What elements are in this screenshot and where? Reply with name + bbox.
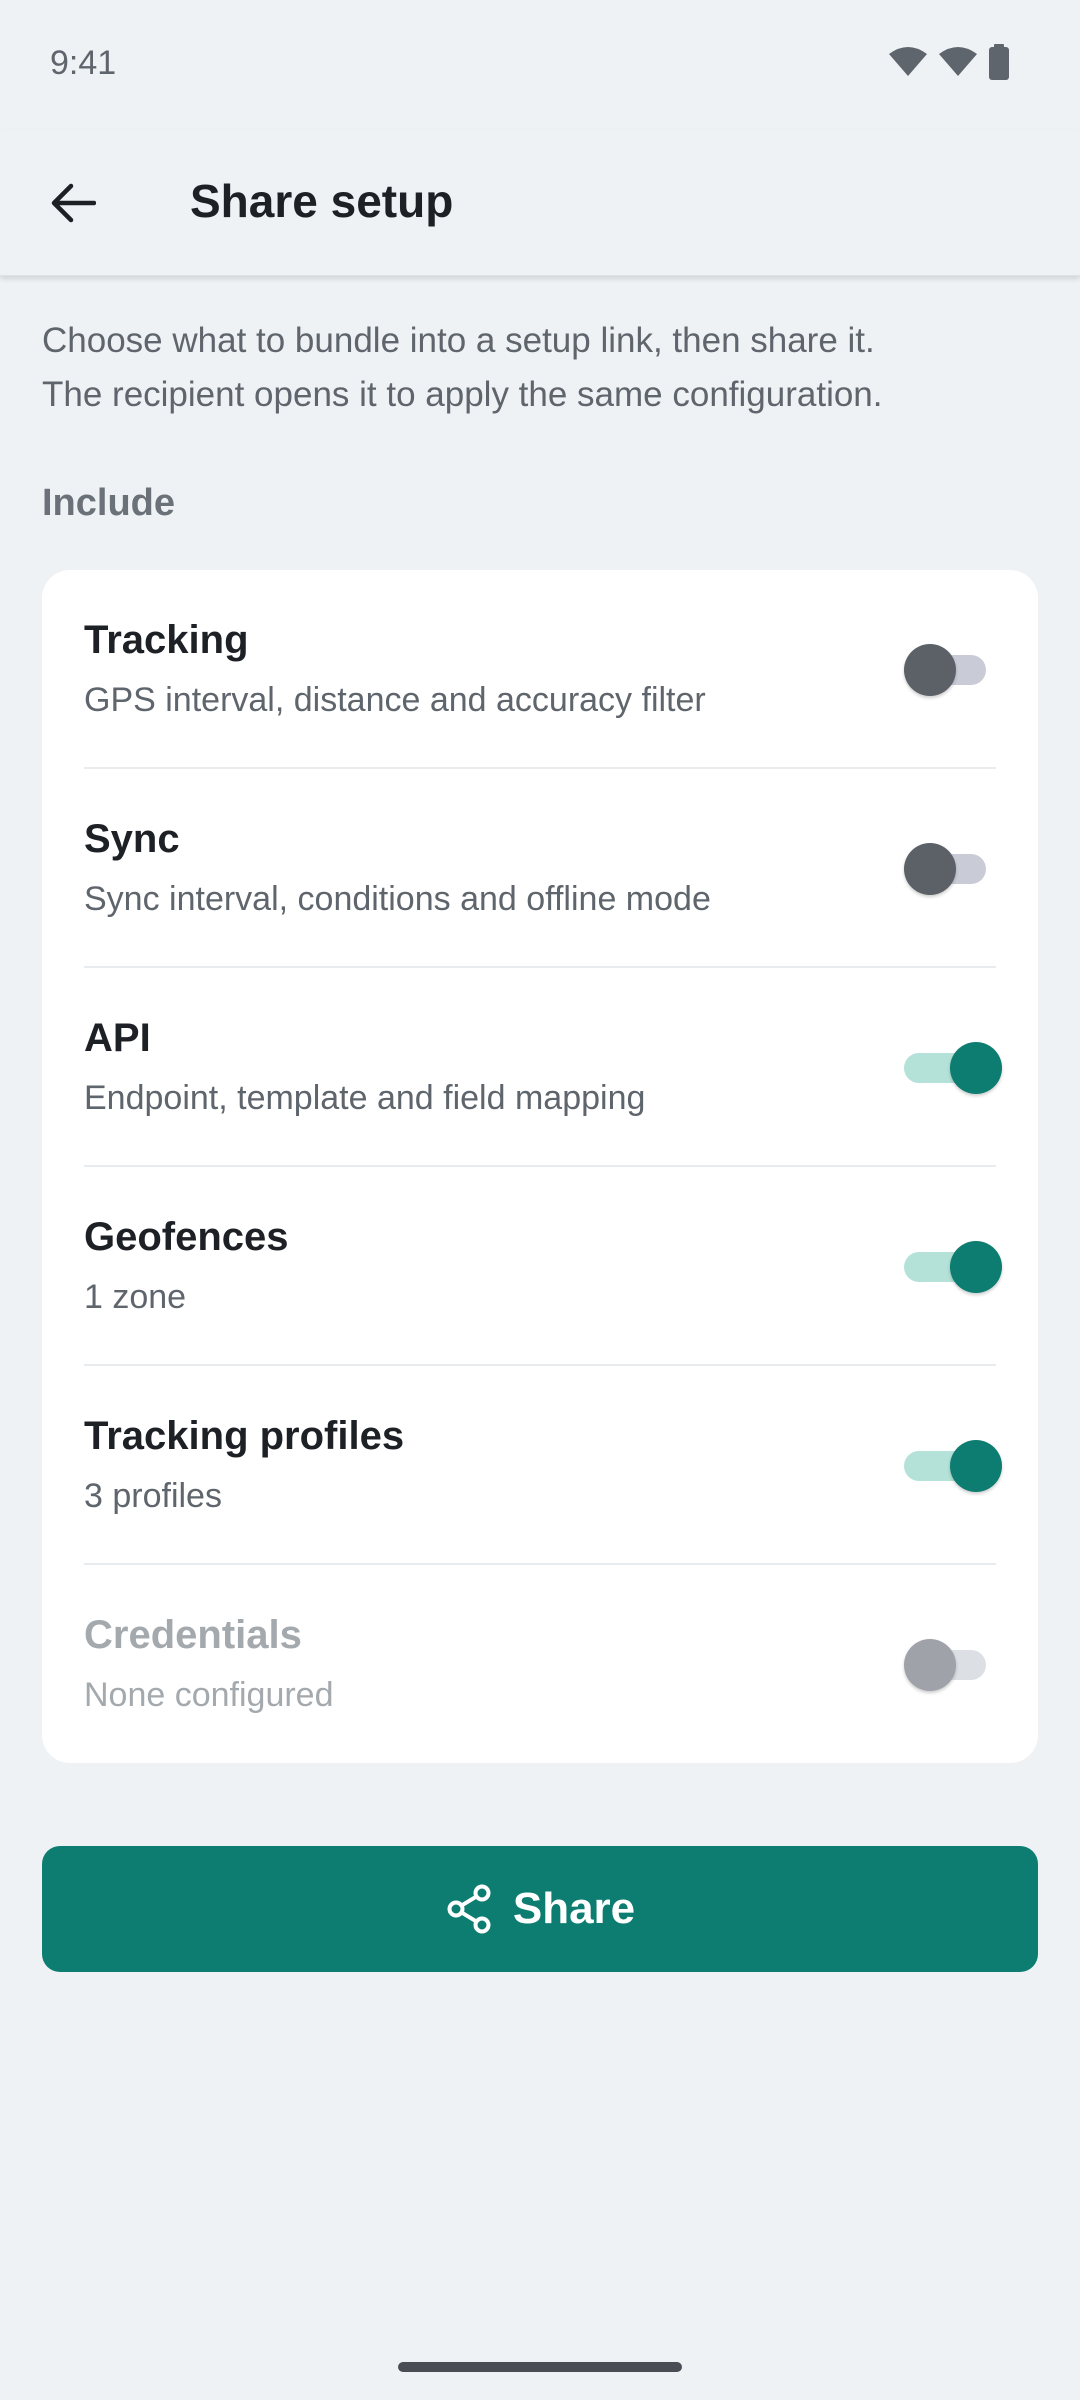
option-title: Credentials: [84, 1613, 302, 1657]
option-row-tracking-profiles[interactable]: Tracking profiles 3 profiles: [84, 1366, 1002, 1565]
app-bar: Share setup: [0, 130, 1080, 276]
section-label-include: Include: [42, 482, 176, 524]
include-options-card: Tracking GPS interval, distance and accu…: [42, 570, 1038, 1763]
wifi-icon: [889, 47, 927, 76]
option-subtitle: GPS interval, distance and accuracy filt…: [84, 681, 706, 719]
option-subtitle: Endpoint, template and field mapping: [84, 1079, 646, 1117]
arrow-back-icon: [51, 183, 96, 223]
option-subtitle: 1 zone: [84, 1278, 187, 1316]
toggle-thumb: [950, 1241, 1002, 1293]
share-icon: [447, 1884, 491, 1934]
option-title: Tracking profiles: [84, 1414, 405, 1458]
option-title: API: [84, 1016, 151, 1060]
option-subtitle: None configured: [84, 1676, 334, 1714]
toggle-thumb: [950, 1440, 1002, 1492]
page-title: Share setup: [190, 175, 454, 227]
sync-toggle[interactable]: [904, 843, 988, 895]
toggle-thumb: [904, 843, 956, 895]
option-subtitle: Sync interval, conditions and offline mo…: [84, 880, 711, 918]
page-description: Choose what to bundle into a setup link,…: [42, 321, 883, 414]
option-row-geofences[interactable]: Geofences 1 zone: [84, 1167, 1002, 1366]
status-time: 9:41: [50, 44, 117, 82]
toggle-thumb: [950, 1042, 1002, 1094]
toggle-thumb: [904, 644, 956, 696]
share-button-label: Share: [512, 1884, 636, 1933]
share-button[interactable]: Share: [42, 1846, 1038, 1972]
option-row-credentials: Credentials None configured: [84, 1565, 996, 1763]
back-button[interactable]: [38, 168, 108, 238]
tracking-profiles-toggle[interactable]: [904, 1440, 1002, 1492]
home-indicator[interactable]: [398, 2362, 682, 2372]
status-bar: 9:41: [0, 0, 1080, 130]
battery-icon: [989, 44, 1009, 80]
option-row-api[interactable]: API Endpoint, template and field mapping: [84, 968, 1002, 1167]
status-icons: [888, 44, 1010, 80]
option-title: Geofences: [84, 1215, 289, 1259]
option-row-tracking[interactable]: Tracking GPS interval, distance and accu…: [84, 570, 996, 769]
option-title: Tracking: [84, 618, 249, 662]
option-subtitle: 3 profiles: [84, 1477, 222, 1515]
credentials-toggle: [904, 1639, 988, 1691]
tracking-toggle[interactable]: [904, 644, 988, 696]
signal-icon: [939, 47, 977, 76]
option-title: Sync: [84, 817, 180, 861]
api-toggle[interactable]: [904, 1042, 1002, 1094]
toggle-thumb: [904, 1639, 956, 1691]
option-row-sync[interactable]: Sync Sync interval, conditions and offli…: [84, 769, 996, 968]
geofences-toggle[interactable]: [904, 1241, 1002, 1293]
